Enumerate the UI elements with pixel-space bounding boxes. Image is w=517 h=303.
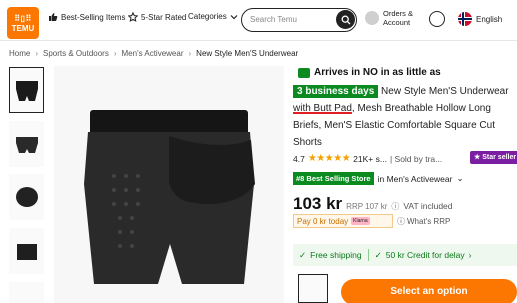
temu-logo[interactable]: ⠿▯⠿ TEMU xyxy=(7,7,39,39)
breadcrumb-activewear[interactable]: Men's Activewear xyxy=(122,49,184,58)
vat-label: VAT included xyxy=(403,201,453,211)
klarna-logo: Klarna xyxy=(351,217,370,225)
best-seller-category: in Men's Activewear xyxy=(377,173,453,184)
free-shipping: ✓ Free shipping xyxy=(293,250,362,261)
breadcrumb-current: New Style Men'S Underwear xyxy=(196,49,299,58)
title-part1: New Style Men'S Underwear xyxy=(381,86,509,97)
review-count[interactable]: 21K+ s... xyxy=(353,154,387,164)
arrival-text: Arrives in NO in as little as xyxy=(314,67,441,78)
selected-variant-thumbnail[interactable] xyxy=(298,274,328,303)
categories-label: Categories xyxy=(188,12,227,21)
search-input[interactable]: Search Temu xyxy=(250,15,297,24)
orders-line2: Account xyxy=(383,18,411,27)
product-thumbnail[interactable] xyxy=(9,67,44,113)
breadcrumb-sports[interactable]: Sports & Outdoors xyxy=(43,49,109,58)
header: ⠿▯⠿ TEMU Best-Selling Items 5-Star Rated… xyxy=(0,0,517,40)
star-outline-icon xyxy=(128,12,138,22)
free-shipping-label: Free shipping xyxy=(310,250,362,260)
logo-icon-text: ⠿▯⠿ xyxy=(14,14,32,23)
chevron-down-icon xyxy=(230,13,238,21)
header-divider xyxy=(0,40,517,41)
support-icon[interactable] xyxy=(429,11,445,27)
credit-delay: ✓ 50 kr Credit for delay › xyxy=(375,250,472,261)
chevron-right-icon: › xyxy=(468,250,472,260)
five-star-link[interactable]: 5-Star Rated xyxy=(128,12,186,22)
sold-by[interactable]: | Sold by tra... xyxy=(390,154,442,164)
delivery-days-badge: 3 business days xyxy=(293,85,379,98)
best-seller-badge: #8 Best Selling Store xyxy=(293,172,374,185)
shipping-banner[interactable]: ✓ Free shipping ✓ 50 kr Credit for delay… xyxy=(293,244,517,266)
search-icon xyxy=(341,15,350,24)
best-selling-link[interactable]: Best-Selling Items xyxy=(48,12,125,22)
categories-menu[interactable]: Categories xyxy=(188,12,238,21)
breadcrumb-separator: › xyxy=(188,49,192,58)
pay-later-banner[interactable]: Pay 0 kr today Klarna xyxy=(293,214,393,228)
best-seller-row[interactable]: #8 Best Selling Store in Men's Activewea… xyxy=(293,172,464,185)
info-icon[interactable]: ⓘ xyxy=(391,201,399,212)
breadcrumb: Home › Sports & Outdoors › Men's Activew… xyxy=(9,49,298,58)
price: 103 kr xyxy=(293,194,343,213)
product-thumbnail[interactable] xyxy=(9,174,44,220)
logo-text: TEMU xyxy=(11,24,35,33)
language-label: English xyxy=(476,14,503,24)
rating-stars-icon: ★★★★★ xyxy=(307,153,351,164)
credit-delay-label: 50 kr Credit for delay xyxy=(385,250,465,260)
shipping-divider xyxy=(367,249,369,261)
product-main-image[interactable] xyxy=(54,66,284,303)
star-seller-label: Star seller xyxy=(482,154,517,161)
language-selector[interactable]: English xyxy=(458,12,502,26)
check-icon: ✓ xyxy=(374,249,382,260)
star-seller-badge[interactable]: ★ Star seller xyxy=(470,151,517,164)
search-bar[interactable]: Search Temu xyxy=(241,8,357,32)
orders-account-link[interactable]: Orders & Account xyxy=(365,9,413,27)
price-row: 103 kr RRP 107 kr ⓘ VAT included xyxy=(293,194,453,214)
best-selling-label: Best-Selling Items xyxy=(61,12,126,22)
truck-icon xyxy=(298,67,310,78)
thumbs-up-icon xyxy=(48,12,58,22)
product-title: 3 business days New Style Men'S Underwea… xyxy=(293,83,515,151)
breadcrumb-home[interactable]: Home xyxy=(9,49,30,58)
user-avatar-icon xyxy=(365,11,379,25)
orders-line1: Orders & xyxy=(383,9,414,18)
check-icon: ✓ xyxy=(299,249,307,260)
whats-rrp-label: What's RRP xyxy=(407,217,451,226)
five-star-label: 5-Star Rated xyxy=(141,12,187,22)
arrival-info: Arrives in NO in as little as xyxy=(298,67,441,78)
breadcrumb-separator: › xyxy=(35,49,39,58)
chevron-down-icon: ⌄ xyxy=(456,173,464,183)
product-thumbnail[interactable] xyxy=(9,121,44,167)
orders-account-label: Orders & Account xyxy=(383,9,413,27)
select-option-button[interactable]: Select an option xyxy=(341,279,517,303)
breadcrumb-separator: › xyxy=(113,49,117,58)
product-thumbnail[interactable] xyxy=(9,228,44,274)
info-icon: ⓘ xyxy=(397,217,405,226)
product-thumbnail[interactable] xyxy=(9,282,44,303)
search-button[interactable] xyxy=(336,10,355,29)
rating-value: 4.7 xyxy=(293,153,305,164)
rrp: RRP 107 kr xyxy=(346,202,388,211)
norway-flag-icon xyxy=(458,12,472,26)
rating-row[interactable]: 4.7 ★★★★★ 21K+ s... | Sold by tra... xyxy=(293,153,442,164)
title-butt-pad: with Butt Pad xyxy=(293,103,352,114)
pay-later-text: Pay 0 kr today xyxy=(297,216,349,226)
whats-rrp-link[interactable]: ⓘ What's RRP xyxy=(397,216,450,227)
